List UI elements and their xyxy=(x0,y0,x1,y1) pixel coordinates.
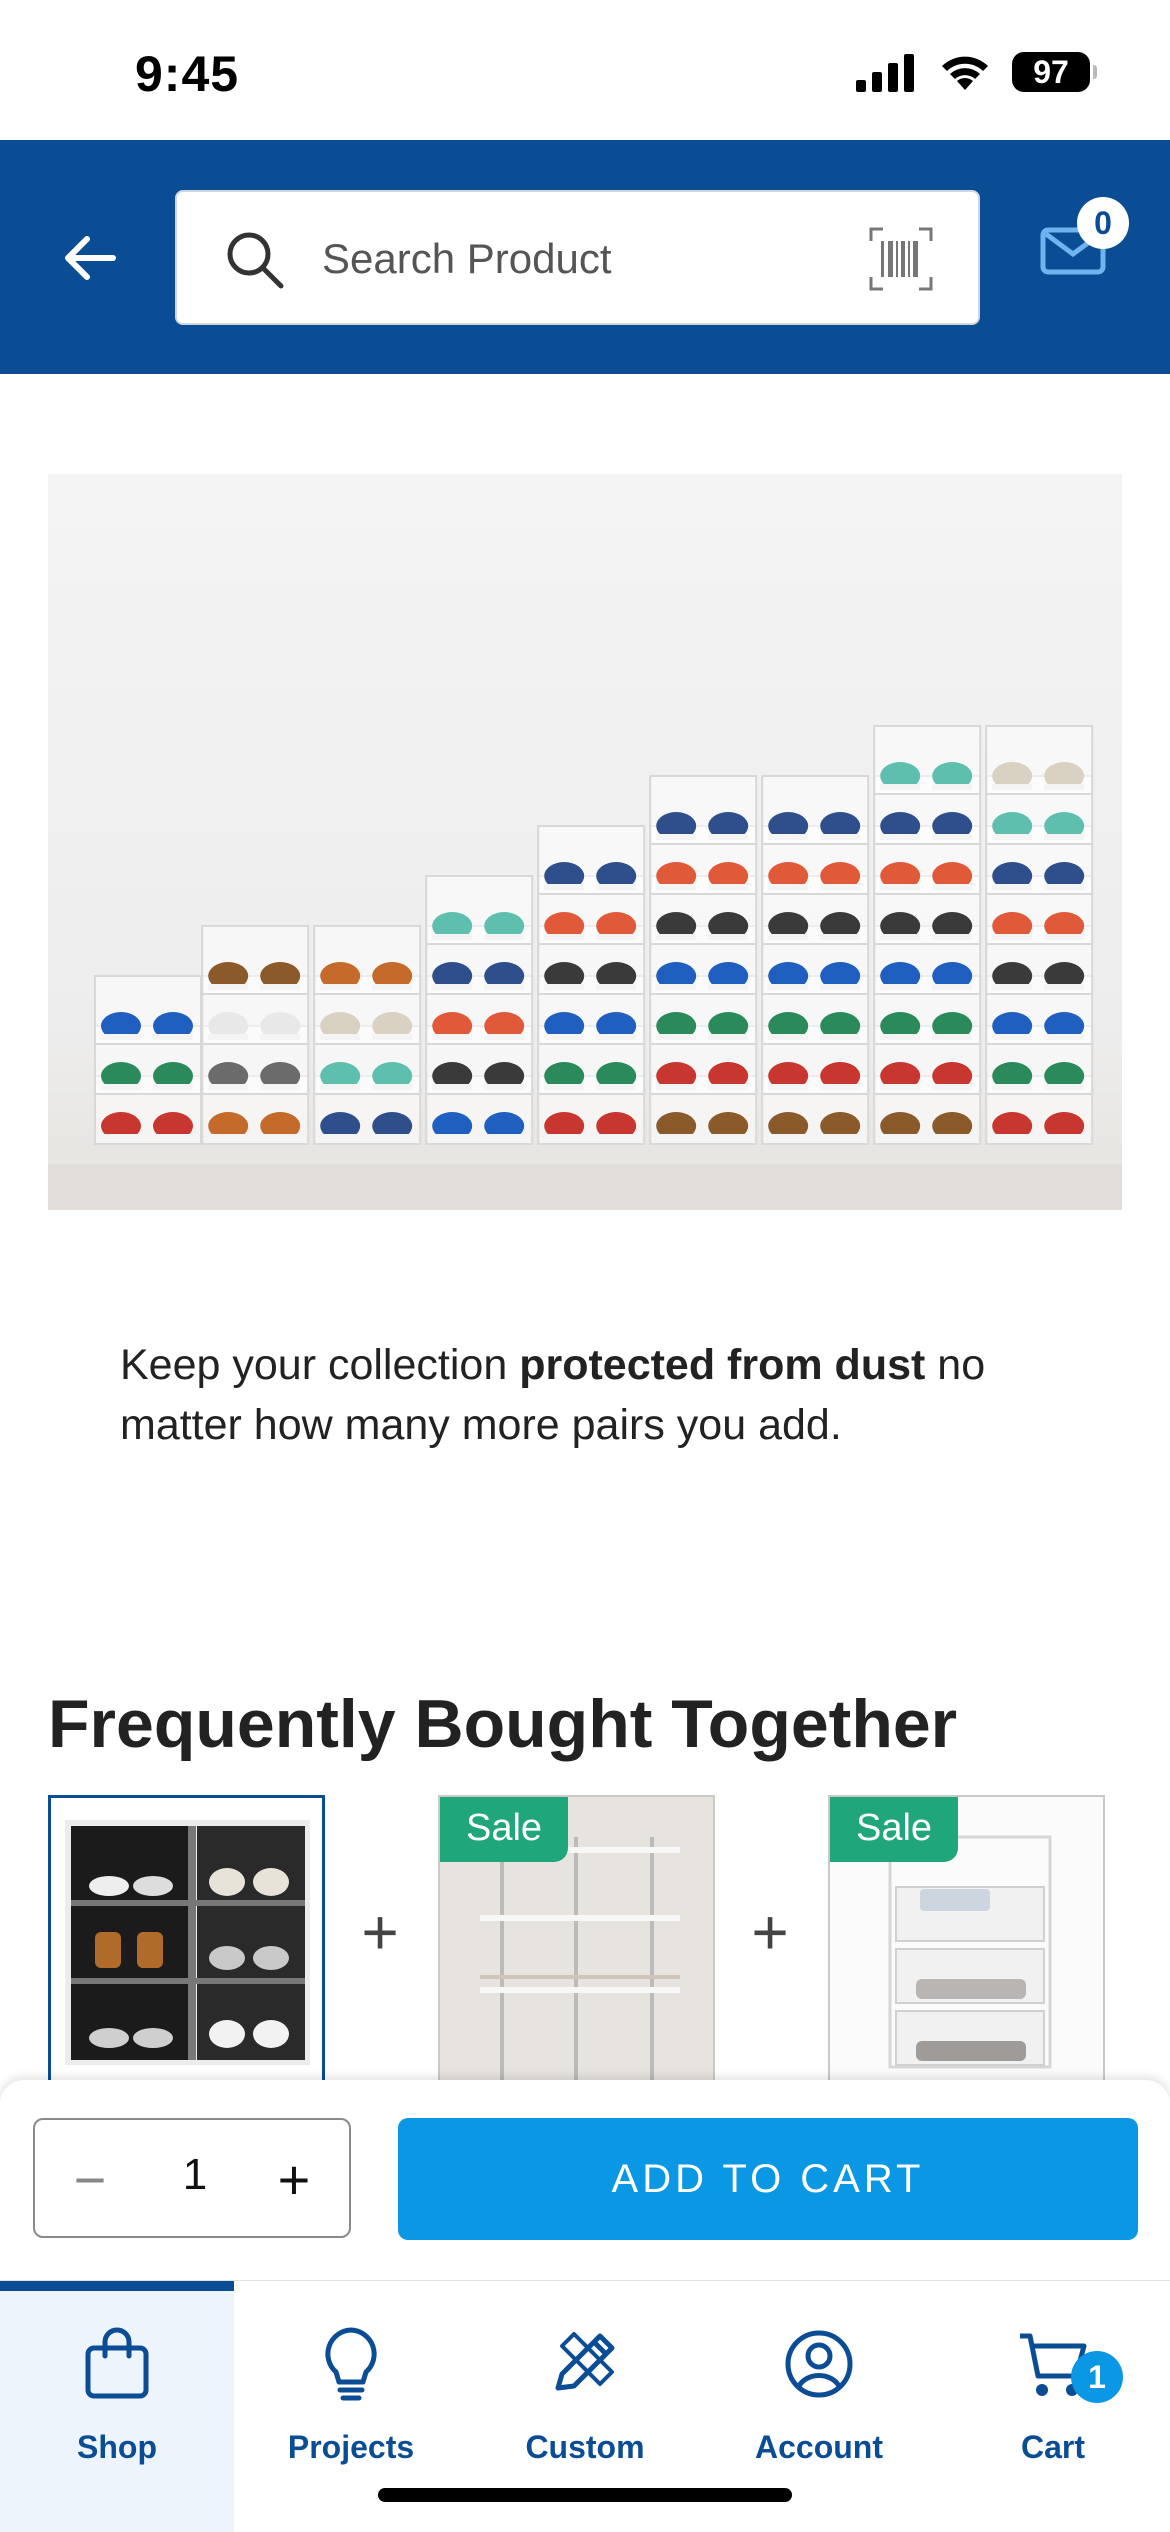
hero-image xyxy=(48,474,1122,1210)
tagline-bold: protected from dust xyxy=(519,1341,926,1389)
quantity-stepper: − 1 + xyxy=(33,2118,351,2238)
product-tagline: Keep your collection protected from dust… xyxy=(120,1335,1080,1455)
shopping-bag-icon xyxy=(85,2327,149,2399)
sale-badge: Sale xyxy=(830,1797,959,1862)
tab-label: Cart xyxy=(1020,2429,1085,2465)
purchase-bar: − 1 + ADD TO CART xyxy=(0,2080,1170,2280)
add-to-cart-button[interactable]: ADD TO CART xyxy=(398,2118,1138,2240)
signal-icon xyxy=(856,54,914,92)
inbox-count-badge: 0 xyxy=(1077,197,1129,249)
tab-label: Account xyxy=(755,2429,883,2465)
plus-sign: + xyxy=(751,1896,789,1968)
barcode-scan-icon[interactable] xyxy=(869,227,933,291)
status-icons: 97 xyxy=(856,52,1097,92)
product-image-shoe-cubby xyxy=(65,1820,310,2065)
fbt-product-card-2[interactable]: Sale xyxy=(438,1795,715,2085)
quantity-decrement-button[interactable]: − xyxy=(55,2140,125,2220)
sale-badge: Sale xyxy=(440,1797,569,1862)
tab-label: Projects xyxy=(287,2429,415,2465)
tab-label: Shop xyxy=(77,2429,157,2465)
quantity-increment-button[interactable]: + xyxy=(259,2140,329,2220)
tab-cart[interactable]: 1 Cart xyxy=(936,2281,1170,2532)
status-time: 9:45 xyxy=(135,46,240,102)
shoe-boxes-photo xyxy=(48,725,1122,1210)
home-indicator xyxy=(378,2488,792,2502)
fbt-product-card-1[interactable] xyxy=(48,1795,325,2085)
plus-sign: + xyxy=(361,1896,399,1968)
search-icon xyxy=(227,232,284,289)
section-title: Frequently Bought Together xyxy=(48,1686,958,1762)
fbt-product-card-3[interactable]: Sale xyxy=(828,1795,1105,2085)
tab-shop[interactable]: Shop xyxy=(0,2281,234,2532)
search-input[interactable]: Search Product xyxy=(175,190,980,325)
quantity-value[interactable]: 1 xyxy=(145,2150,245,2200)
status-bar: 9:45 97 xyxy=(0,0,1170,140)
cart-count-badge: 1 xyxy=(1071,2351,1123,2403)
battery-indicator: 97 xyxy=(1012,52,1097,92)
tagline-prefix: Keep your collection xyxy=(120,1341,520,1389)
account-icon xyxy=(785,2330,853,2398)
tab-label: Custom xyxy=(525,2429,645,2465)
app-header: Search Product 0 xyxy=(0,140,1170,374)
wifi-icon xyxy=(942,56,988,90)
lightbulb-icon xyxy=(325,2327,377,2401)
ruler-pencil-icon xyxy=(555,2332,615,2391)
arrow-left-icon xyxy=(65,236,116,280)
search-placeholder: Search Product xyxy=(322,235,612,282)
back-button[interactable] xyxy=(55,223,125,293)
